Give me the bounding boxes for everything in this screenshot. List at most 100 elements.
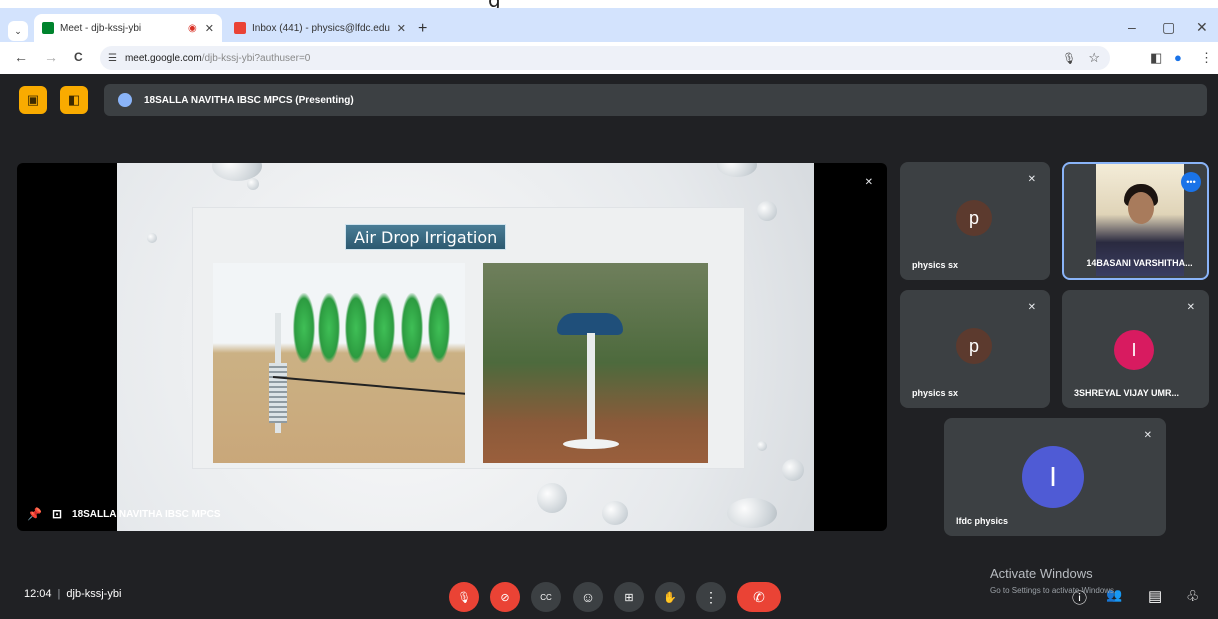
maximize-button[interactable]: ▢ [1162,19,1175,36]
url-path: /djb-kssj-ybi?authuser=0 [201,52,311,64]
screen-share-icon[interactable]: ⊡ [52,507,62,521]
chat-icon[interactable]: ▤ [1148,587,1162,605]
close-tab-icon[interactable]: ✕ [205,22,214,35]
tree [293,293,315,363]
participant-tile[interactable]: ✕ I 3SHREYAL VIJAY UMR... [1062,290,1209,408]
participant-tile-active[interactable]: ••• 14BASANI VARSHITHA... [1062,162,1209,280]
muted-mic-icon: ✕ [864,177,873,188]
leave-call-button[interactable]: ✆ [737,582,781,612]
pin-icon[interactable]: 📌 [27,507,42,521]
participant-name: physics sx [912,260,959,270]
water-drop [757,201,777,221]
participant-name: lfdc physics [956,516,1009,526]
presenter-label: 📌 ⊡ 18SALLA NAVITHA IBSC MPCS [27,507,221,521]
tab-meet[interactable]: Meet - djb-kssj-ybi ◉ ✕ [34,14,222,42]
muted-mic-icon: ✕ [1027,302,1036,313]
meet-favicon-icon [42,22,54,34]
back-button[interactable]: ← [14,49,28,65]
avatar: I [1022,446,1084,508]
face [1128,192,1154,224]
avatar: p [956,328,992,364]
participant-name: 3SHREYAL VIJAY UMR... [1074,388,1180,398]
activate-windows-watermark: Activate Windows [990,566,1093,581]
url-text: meet.google.com/djb-kssj-ybi?authuser=0 [125,53,310,64]
mic-icon[interactable]: 🎙 [1062,52,1076,65]
coil [269,363,287,423]
presentation-tile[interactable]: Air Drop Irrigation ✕ 📌 ⊡ 18SALLA NAVITH… [17,163,887,531]
muted-mic-icon: ✕ [1186,302,1195,313]
device-stem [587,333,595,443]
tree [345,293,367,363]
present-button[interactable]: ⊞ [614,582,644,612]
air-well-photo [483,263,708,463]
mic-toggle-button[interactable]: 🎙 [449,582,479,612]
more-options-button[interactable]: ⋮ [696,582,726,612]
avatar: p [956,200,992,236]
pipe [272,376,465,396]
water-drop [602,501,628,525]
water-drop [727,498,777,528]
tree [428,293,450,363]
participant-tile[interactable]: ✕ I lfdc physics [944,418,1166,536]
new-tab-button[interactable]: + [418,20,427,38]
tree [401,293,423,363]
tree [373,293,395,363]
meeting-code: djb-kssj-ybi [66,588,122,600]
top-strip: g [0,0,1218,8]
browser-menu-icon[interactable]: ⋮ [1200,50,1213,66]
water-drop [247,178,259,190]
browser-tab-bar: ⌄ Meet - djb-kssj-ybi ◉ ✕ Inbox (441) - … [0,8,1218,42]
participant-name: 14BASANI VARSHITHA... [1086,258,1193,268]
water-drop [782,459,804,481]
address-bar[interactable]: ☰ meet.google.com/djb-kssj-ybi?authuser=… [100,46,1110,70]
raise-hand-button[interactable]: ✋ [655,582,685,612]
water-drop [757,441,767,451]
minimize-button[interactable]: – [1128,19,1136,35]
gmail-favicon-icon [234,22,246,34]
camera-toggle-button[interactable]: ⊘ [490,582,520,612]
slide-title: Air Drop Irrigation [345,224,507,250]
close-tab-icon[interactable]: ✕ [397,22,406,35]
presenter-indicator-icon [118,93,132,107]
captions-button[interactable]: CC [531,582,561,612]
water-drop [717,163,757,177]
separator: | [57,588,61,600]
device-base [563,439,619,449]
side-panel-icon[interactable]: ◧ [1150,50,1162,66]
profile-avatar[interactable]: ● [1174,50,1182,65]
water-drop [147,233,157,243]
meeting-time: 12:04 [24,588,52,600]
emoji-button[interactable]: ☺ [573,582,603,612]
avatar: I [1114,330,1154,370]
tab-gmail[interactable]: Inbox (441) - physics@lfdc.edu ✕ [226,14,414,42]
overflow-glyph: g [488,0,501,8]
reload-button[interactable]: C [74,50,83,64]
tree [318,293,340,363]
device-cap [557,313,623,335]
breakout-button[interactable]: ◧ [60,86,88,114]
muted-mic-icon: ✕ [1027,174,1036,185]
bookmark-star-icon[interactable]: ☆ [1088,50,1100,66]
browser-toolbar: ← → C ☰ meet.google.com/djb-kssj-ybi?aut… [0,42,1218,74]
presenting-text: 18SALLA NAVITHA IBSC MPCS (Presenting) [144,94,354,106]
forward-button[interactable]: → [44,49,58,65]
site-info-icon[interactable]: ☰ [108,53,117,64]
recording-icon: ◉ [188,22,197,34]
muted-mic-icon: ✕ [1143,430,1152,441]
activities-icon[interactable]: ♧ [1186,587,1199,605]
participant-name: physics sx [912,388,959,398]
participant-tile[interactable]: ✕ p physics sx [900,290,1050,408]
activate-windows-subtext: Go to Settings to activate Windows. [990,586,1117,595]
presenting-banner: 18SALLA NAVITHA IBSC MPCS (Presenting) [104,84,1207,116]
tab-label: Meet - djb-kssj-ybi [60,22,142,34]
slide: Air Drop Irrigation [117,163,814,531]
meeting-info: 12:04 | djb-kssj-ybi [24,588,121,600]
irrigation-diagram-image [213,263,465,463]
more-options-button[interactable]: ••• [1181,172,1201,192]
participant-tile[interactable]: ✕ p physics sx [900,162,1050,280]
close-window-button[interactable]: ✕ [1196,19,1208,36]
meet-window: ▣ ◧ 18SALLA NAVITHA IBSC MPCS (Presentin… [0,74,1218,619]
url-host: meet.google.com [124,52,202,64]
tab-list-button[interactable]: ⌄ [8,21,28,41]
meeting-tools-button[interactable]: ▣ [19,86,47,114]
